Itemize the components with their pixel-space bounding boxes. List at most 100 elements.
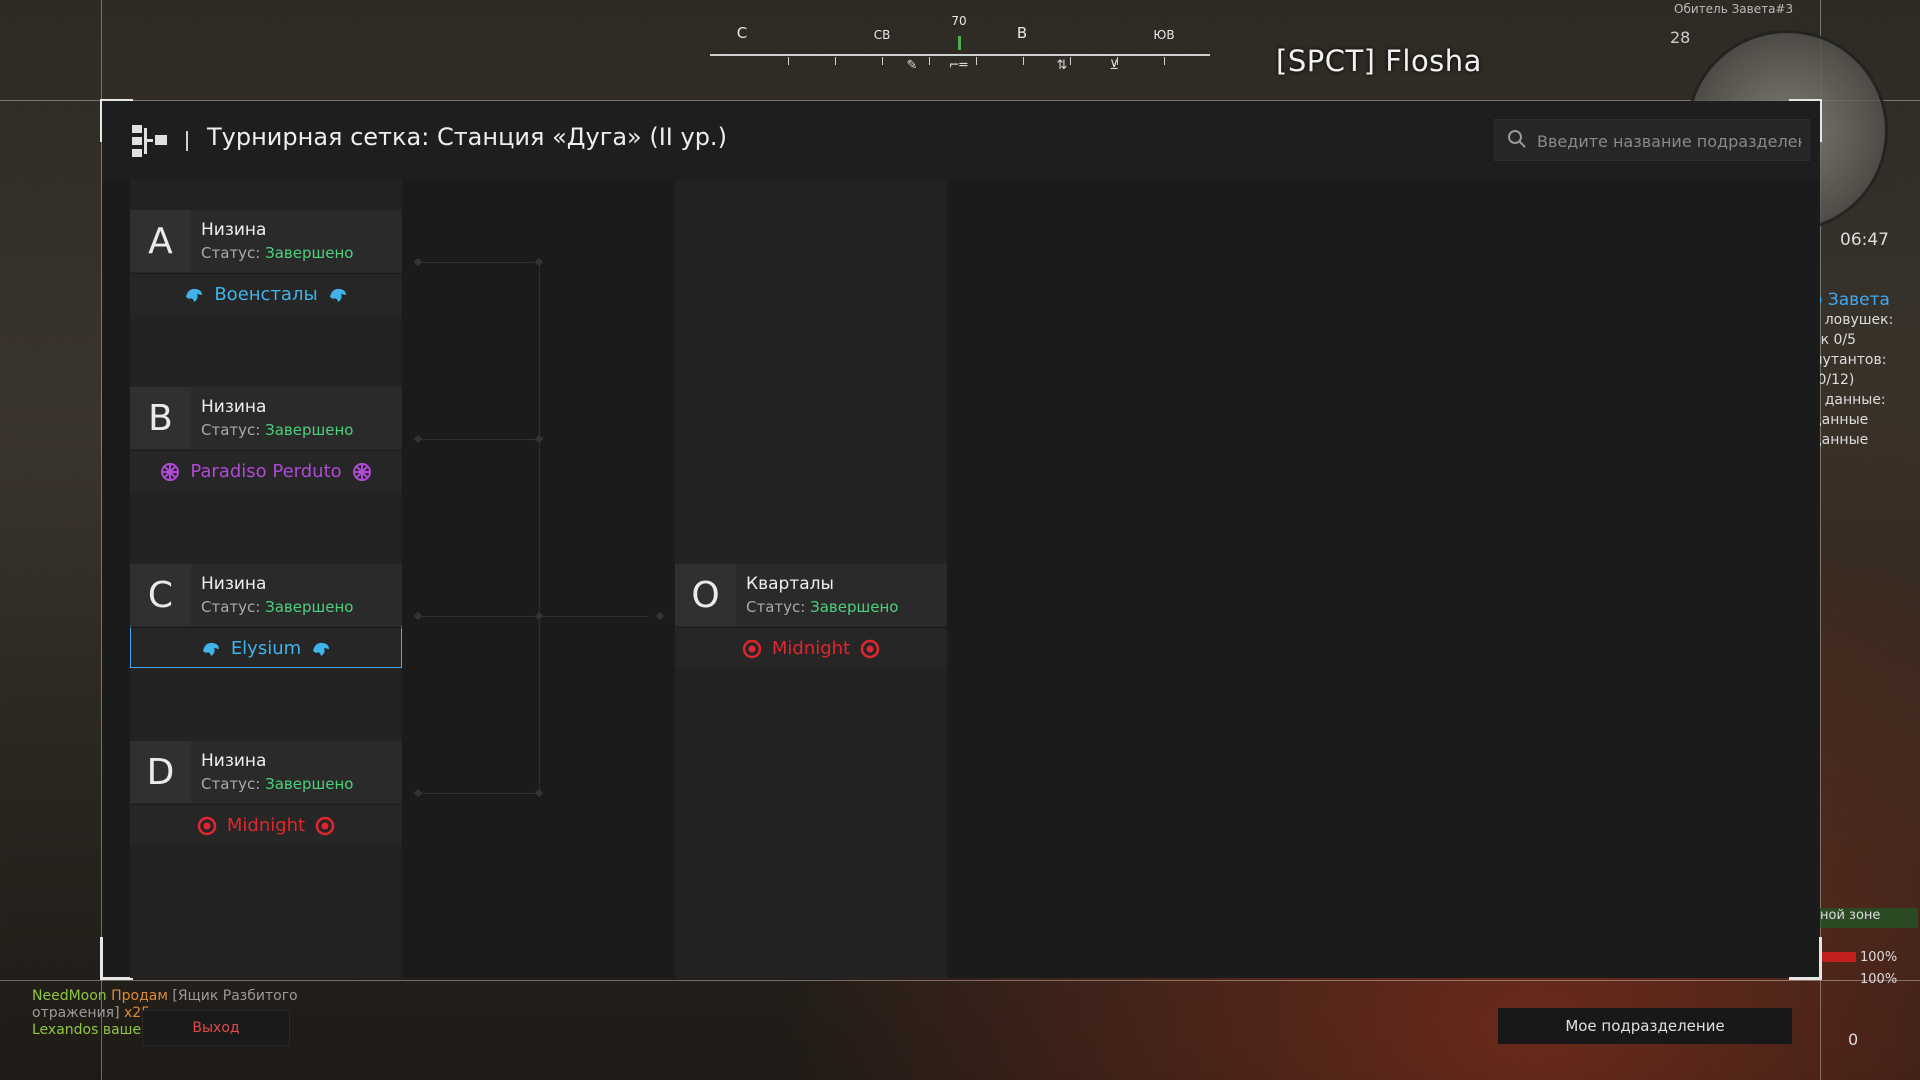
bracket-match-card-c[interactable]: C Низина Статус: Завершено Elysium	[130, 564, 402, 668]
status-value: Завершено	[265, 421, 354, 439]
quest-tracker: о Завета ь ловушек: ек 0/5 мутантов: (0/…	[1812, 290, 1920, 450]
chat-sender: NeedMoon	[32, 988, 107, 1004]
quest-line: (0/12)	[1812, 372, 1855, 388]
match-info: Низина Статус: Завершено	[191, 741, 402, 803]
bracket-node	[534, 434, 544, 444]
bracket-match-card-d[interactable]: D Низина Статус: Завершено Midnight	[130, 741, 402, 845]
winner-name: Midnight	[226, 815, 306, 836]
chat-text: Lexandos ваше	[32, 1022, 142, 1038]
panel-header: Турнирная сетка: Станция «Дуга» (II ур.)	[102, 101, 1820, 181]
match-winner: Военсталы	[130, 273, 402, 315]
match-status: Статус: Завершено	[201, 421, 353, 439]
minimap-location-title: Обитель Завета#3	[1674, 2, 1794, 16]
bracket-connector	[418, 262, 540, 263]
bracket-node	[534, 257, 544, 267]
bird-icon	[186, 288, 203, 302]
chat-line: NeedMoon Продам [Ящик Разбитого	[32, 988, 302, 1005]
winner-name: Elysium	[230, 638, 302, 659]
quest-line: данные	[1812, 412, 1869, 428]
bracket-connector	[418, 793, 540, 794]
bracket-icon	[132, 125, 167, 157]
match-location: Кварталы	[746, 574, 834, 594]
page-title: Турнирная сетка: Станция «Дуга» (II ур.)	[207, 123, 727, 151]
match-status: Статус: Завершено	[201, 598, 353, 616]
panel-corner	[1789, 937, 1822, 980]
target-icon	[315, 816, 335, 835]
winner-name: Midnight	[771, 638, 851, 659]
bracket-connector	[418, 439, 540, 440]
compass-dir-ne: СВ	[873, 28, 891, 42]
compass-rifle-icon: ⌐═	[948, 58, 968, 73]
match-winner: Midnight	[130, 804, 402, 846]
match-info: Низина Статус: Завершено	[191, 564, 402, 626]
match-info: Низина Статус: Завершено	[191, 387, 402, 449]
quest-line: мутантов:	[1812, 352, 1887, 368]
status-value: Завершено	[810, 598, 899, 616]
compass-cart-icon: ⊻	[1109, 58, 1119, 73]
quest-line: ь ловушек:	[1812, 312, 1894, 328]
target-icon	[860, 639, 880, 658]
compass-dir-n: С	[736, 24, 748, 42]
compass-heading-marker	[958, 36, 961, 50]
status-label: Статус:	[201, 244, 261, 262]
my-unit-button[interactable]: Мое подразделение	[1498, 1008, 1792, 1044]
player-name: [SPCT] Flosha	[1276, 44, 1482, 78]
match-letter: A	[130, 210, 191, 272]
title-separator	[186, 131, 188, 151]
search-icon	[1508, 130, 1526, 148]
status-value: Завершено	[265, 775, 354, 793]
winner-name: Военсталы	[214, 284, 318, 305]
match-location: Низина	[201, 397, 267, 417]
search-input[interactable]	[1535, 120, 1804, 162]
health-percent: 100%	[1860, 950, 1898, 965]
target-icon	[197, 816, 217, 835]
hud-frame-bottom-line	[0, 980, 1920, 981]
bird-icon	[202, 642, 219, 656]
flower-icon	[352, 462, 371, 481]
match-location: Низина	[201, 574, 267, 594]
quest-line: ек 0/5	[1812, 332, 1857, 348]
tournament-bracket-panel: Турнирная сетка: Станция «Дуга» (II ур.)…	[100, 99, 1822, 980]
voice-count: 0	[1848, 1030, 1859, 1049]
compass-tick	[976, 57, 977, 65]
zone-indicator: ной зоне	[1818, 908, 1918, 928]
bracket-node	[534, 788, 544, 798]
search-box[interactable]	[1494, 119, 1810, 162]
bracket-node	[413, 257, 423, 267]
compass-tick	[1164, 57, 1165, 65]
compass-dir-e: В	[1016, 24, 1028, 42]
compass: 70 С СВ В ЮВ ✎ ⌐═ ⇅ ⊻	[710, 14, 1210, 74]
winner-name: Paradiso Perduto	[190, 461, 342, 482]
match-location: Низина	[201, 751, 267, 771]
chat-text: отражения]	[32, 1005, 120, 1021]
match-status: Статус: Завершено	[746, 598, 898, 616]
chat-action: Продам	[111, 988, 168, 1004]
bird-icon	[313, 642, 330, 656]
match-letter: C	[130, 564, 191, 626]
match-letter: D	[130, 741, 191, 803]
status-label: Статус:	[201, 775, 261, 793]
chat-item: [Ящик Разбитого	[172, 988, 298, 1004]
minimap-time: 06:47	[1840, 230, 1889, 250]
compass-heading: 70	[951, 14, 967, 28]
exit-button[interactable]: Выход	[142, 1010, 290, 1046]
bracket-match-card-a[interactable]: A Низина Статус: Завершено Военсталы	[130, 210, 402, 314]
compass-dir-se: ЮВ	[1153, 28, 1175, 42]
health-bar	[1820, 952, 1856, 962]
bracket-match-card-o[interactable]: O Кварталы Статус: Завершено Midnight	[675, 564, 947, 668]
target-icon	[742, 639, 762, 658]
panel-corner	[100, 937, 133, 980]
bracket-node	[413, 434, 423, 444]
quest-title: о Завета	[1812, 290, 1890, 310]
bracket-match-card-b[interactable]: B Низина Статус: Завершено Paradiso Perd…	[130, 387, 402, 491]
compass-tick	[788, 57, 789, 65]
compass-bar	[710, 54, 1210, 56]
bracket-node	[534, 611, 544, 621]
bracket-node	[413, 611, 423, 621]
match-status: Статус: Завершено	[201, 244, 353, 262]
compass-transfer-icon: ⇅	[1056, 58, 1068, 73]
match-status: Статус: Завершено	[201, 775, 353, 793]
bracket-node	[413, 788, 423, 798]
bracket-connector	[539, 262, 540, 793]
match-info: Кварталы Статус: Завершено	[736, 564, 947, 626]
